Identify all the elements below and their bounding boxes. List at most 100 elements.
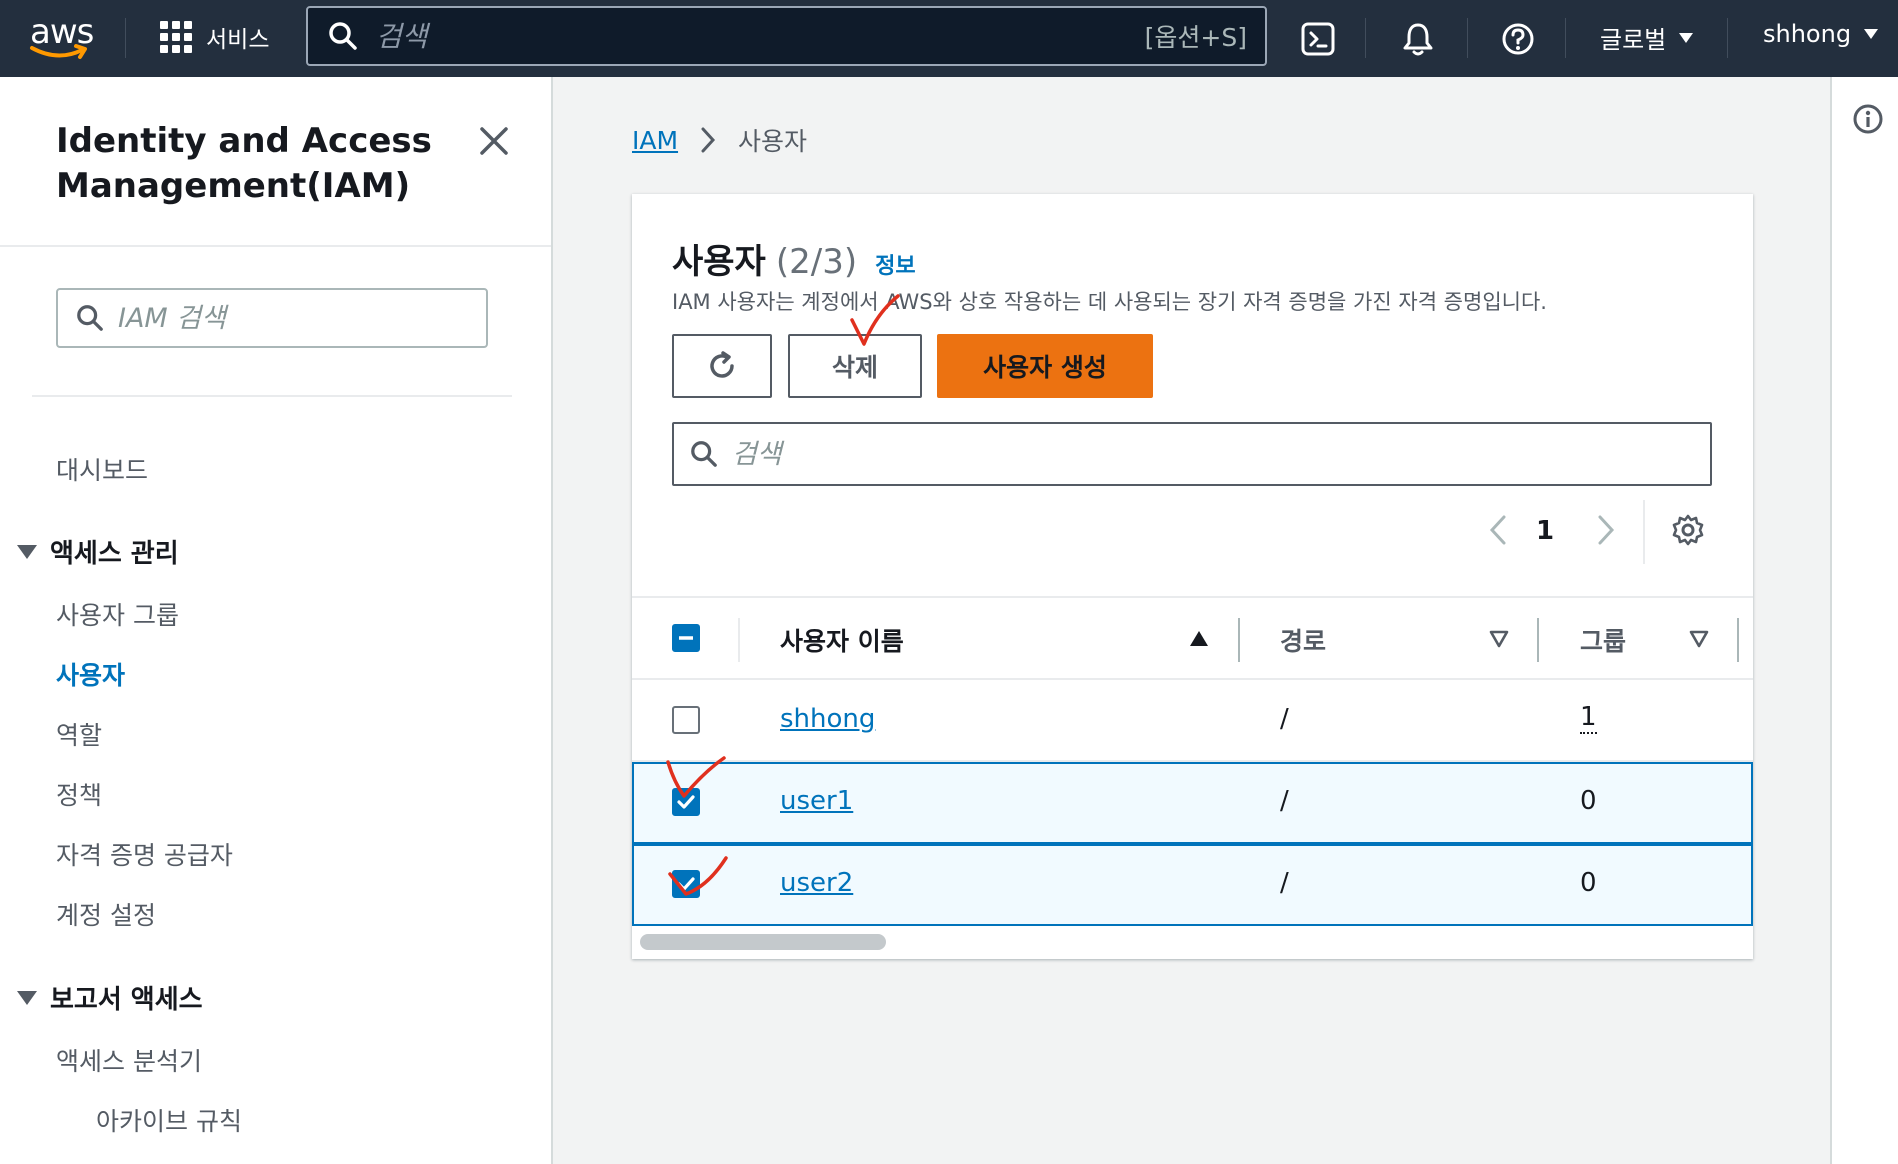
create-user-button[interactable]: 사용자 생성 <box>937 334 1153 398</box>
column-divider[interactable] <box>1537 618 1539 662</box>
refresh-button[interactable] <box>672 334 772 398</box>
user-groups-count: 0 <box>1580 868 1597 898</box>
divider <box>1643 500 1645 564</box>
sidebar-item-roles[interactable]: 역할 <box>56 716 102 752</box>
services-label: 서비스 <box>206 27 270 53</box>
sort-toggle-icon[interactable] <box>1488 628 1510 650</box>
column-divider[interactable] <box>1737 618 1739 662</box>
search-icon <box>77 305 103 331</box>
table-preferences-button[interactable] <box>1668 510 1708 550</box>
chevron-left-icon <box>1489 515 1506 545</box>
table-search-input[interactable] <box>732 438 1632 470</box>
notifications-button[interactable] <box>1397 18 1439 60</box>
row-checkbox[interactable] <box>672 788 700 816</box>
row-checkbox[interactable] <box>672 870 700 898</box>
iam-search-box[interactable] <box>56 288 488 348</box>
users-table-container: 사용자 (2/3) 정보 IAM 사용자는 계정에서 AWS와 상호 작용하는 … <box>632 194 1753 959</box>
help-icon <box>1502 23 1534 55</box>
help-button[interactable] <box>1497 18 1539 60</box>
panel-title: 사용자 <box>672 242 766 282</box>
panel-header: 사용자 (2/3) 정보 <box>672 234 916 283</box>
sidebar-item-identity-providers[interactable]: 자격 증명 공급자 <box>56 836 233 872</box>
row-checkbox[interactable] <box>672 706 700 734</box>
search-icon <box>691 441 717 467</box>
sidebar-item-policies[interactable]: 정책 <box>56 776 102 812</box>
column-header-user-name[interactable]: 사용자 이름 <box>780 622 904 658</box>
caret-down-icon <box>1679 32 1694 43</box>
account-label: shhong <box>1763 20 1852 48</box>
cloudshell-button[interactable] <box>1297 18 1339 60</box>
column-divider <box>738 618 740 662</box>
caret-down-icon <box>17 544 37 559</box>
tools-panel-rail <box>1830 77 1898 1164</box>
nav-divider <box>1365 18 1366 58</box>
user-path: / <box>1280 704 1289 734</box>
search-shortcut-hint: [옵션+S] <box>1144 23 1247 52</box>
sidebar-item-account-settings[interactable]: 계정 설정 <box>56 896 156 932</box>
region-selector[interactable]: 글로벌 <box>1600 20 1694 55</box>
breadcrumb-current: 사용자 <box>738 127 808 156</box>
user-name-link[interactable]: user1 <box>780 786 853 816</box>
chevron-right-icon <box>701 127 716 153</box>
user-name-link[interactable]: user2 <box>780 868 853 898</box>
chevron-right-icon <box>1598 515 1615 545</box>
top-navigation: aws 서비스 [옵션+S] <box>0 0 1898 77</box>
iam-search-input[interactable] <box>118 302 458 334</box>
divider <box>0 245 551 247</box>
services-menu-button[interactable]: 서비스 <box>160 20 269 54</box>
breadcrumb: IAM 사용자 <box>632 122 807 158</box>
checkmark-icon <box>677 877 695 891</box>
breadcrumb-iam-link[interactable]: IAM <box>632 126 678 155</box>
info-icon[interactable] <box>1852 103 1884 135</box>
delete-button[interactable]: 삭제 <box>788 334 922 398</box>
current-page-number[interactable]: 1 <box>1536 516 1554 546</box>
table-header: 사용자 이름 경로 그룹 <box>632 596 1753 680</box>
global-search-box[interactable]: [옵션+S] <box>306 6 1267 66</box>
checkmark-icon <box>677 795 695 809</box>
caret-down-icon <box>17 990 37 1005</box>
next-page-button[interactable] <box>1592 510 1620 550</box>
section-label: 액세스 관리 <box>50 539 179 569</box>
grid-icon <box>160 21 192 53</box>
user-groups-count[interactable]: 1 <box>1580 704 1597 734</box>
sort-ascending-icon[interactable] <box>1188 628 1210 650</box>
sidebar-item-archive-rules[interactable]: 아카이브 규칙 <box>96 1102 242 1138</box>
sidebar-item-dashboard[interactable]: 대시보드 <box>56 451 148 487</box>
column-divider[interactable] <box>1238 618 1240 662</box>
table-search-box[interactable] <box>672 422 1712 486</box>
column-header-path[interactable]: 경로 <box>1280 622 1326 658</box>
selection-count: (2/3) <box>775 242 858 282</box>
select-all-checkbox[interactable] <box>672 624 700 652</box>
aws-logo[interactable]: aws <box>28 12 94 62</box>
table-row-selected: user2 / 0 <box>632 844 1753 926</box>
region-label: 글로벌 <box>1600 26 1667 54</box>
section-access-reports[interactable]: 보고서 액세스 <box>16 979 203 1016</box>
sidebar-item-users[interactable]: 사용자 <box>56 656 125 692</box>
user-groups-count: 0 <box>1580 786 1597 816</box>
nav-divider <box>125 18 126 58</box>
indeterminate-icon <box>679 636 693 640</box>
sidebar-item-access-analyzer[interactable]: 액세스 분석기 <box>56 1042 202 1078</box>
global-search-input[interactable] <box>358 19 1145 53</box>
column-header-groups[interactable]: 그룹 <box>1580 622 1626 658</box>
sidenav-title: Identity and Access Management(IAM) <box>56 121 432 206</box>
user-path: / <box>1280 868 1289 898</box>
panel-description: IAM 사용자는 계정에서 AWS와 상호 작용하는 데 사용되는 장기 자격 … <box>672 290 1547 314</box>
refresh-icon <box>710 351 734 378</box>
section-access-management[interactable]: 액세스 관리 <box>16 533 179 570</box>
user-name-link[interactable]: shhong <box>780 704 875 734</box>
bell-icon <box>1403 23 1433 56</box>
sidebar-item-user-groups[interactable]: 사용자 그룹 <box>56 596 179 632</box>
previous-page-button[interactable] <box>1484 510 1512 550</box>
horizontal-scrollbar[interactable] <box>640 934 886 950</box>
nav-divider <box>1565 18 1566 58</box>
user-path: / <box>1280 786 1289 816</box>
sort-toggle-icon[interactable] <box>1688 628 1710 650</box>
nav-divider <box>1467 18 1468 58</box>
info-link[interactable]: 정보 <box>875 248 915 280</box>
aws-smile-icon <box>30 44 87 59</box>
close-icon[interactable] <box>476 123 512 159</box>
nav-divider <box>1727 18 1728 58</box>
search-icon <box>329 22 357 50</box>
account-menu[interactable]: shhong <box>1763 20 1879 48</box>
